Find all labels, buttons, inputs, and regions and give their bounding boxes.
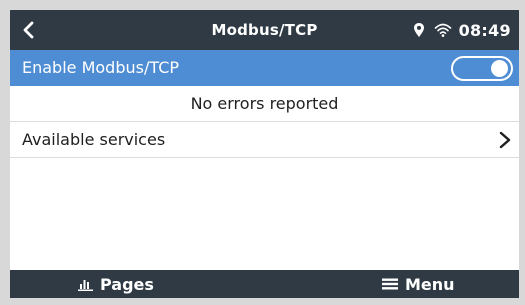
available-services-label: Available services [22, 130, 166, 149]
menu-button[interactable]: Menu [382, 270, 455, 298]
pages-label: Pages [100, 274, 154, 294]
pages-button[interactable]: Pages [78, 270, 154, 298]
status-area: 08:49 [411, 10, 511, 50]
title-bar: Modbus/TCP 08:49 [10, 10, 519, 50]
toggle-knob [491, 60, 508, 77]
bar-chart-icon [78, 280, 93, 291]
available-services-row[interactable]: Available services [10, 122, 519, 158]
location-pin-icon [413, 23, 424, 37]
device-screen: Modbus/TCP 08:49 Enable Modbus/TCP No er… [10, 10, 519, 298]
enable-modbus-row[interactable]: Enable Modbus/TCP [10, 50, 519, 86]
clock: 08:49 [458, 20, 511, 40]
menu-label: Menu [405, 274, 455, 294]
chevron-right-icon [499, 131, 511, 149]
hamburger-icon [382, 278, 398, 290]
error-status-row: No errors reported [10, 86, 519, 122]
wifi-icon [434, 23, 451, 37]
enable-modbus-toggle[interactable] [451, 56, 513, 81]
bottom-nav-bar: Pages Menu [10, 270, 519, 298]
enable-modbus-label: Enable Modbus/TCP [22, 58, 180, 77]
